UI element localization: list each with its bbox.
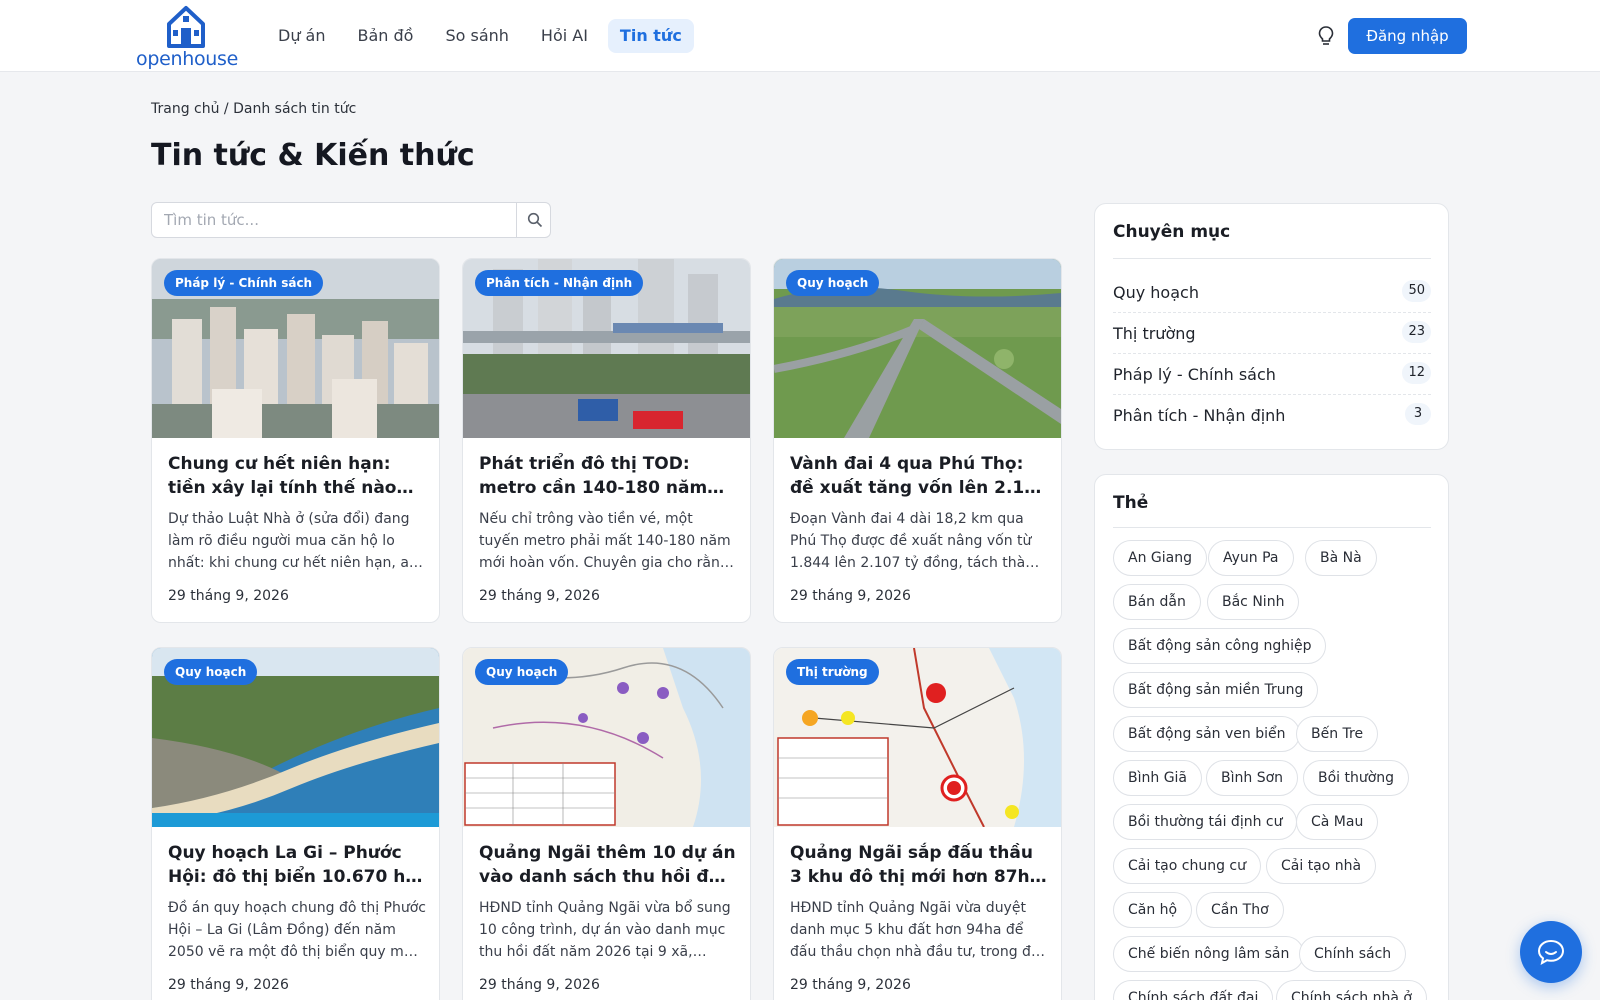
tag-chip[interactable]: Chính sách — [1299, 936, 1407, 972]
article-date: 29 tháng 9, 2026 — [479, 588, 600, 604]
category-badge[interactable]: Quy hoạch — [475, 659, 569, 685]
category-count: 12 — [1402, 362, 1431, 384]
category-badge[interactable]: Thị trường — [786, 659, 879, 685]
category-item-quy-hoach[interactable]: Quy hoạch 50 — [1113, 272, 1431, 313]
nav-compare[interactable]: So sánh — [433, 19, 520, 53]
category-label: Pháp lý - Chính sách — [1113, 365, 1276, 384]
news-search — [151, 202, 551, 238]
tag-chip[interactable]: Bất động sản ven biển — [1113, 716, 1301, 752]
nav-projects[interactable]: Dự án — [266, 19, 338, 53]
tag-chip[interactable]: Bán dẫn — [1113, 584, 1201, 620]
article-card[interactable]: Quy hoạch Quảng Ngãi thêm 10 dự án vào d… — [462, 647, 751, 1000]
nav-news[interactable]: Tin tức — [607, 19, 694, 53]
category-badge[interactable]: Pháp lý - Chính sách — [164, 270, 324, 296]
tag-chip[interactable]: Chính sách nhà ở — [1276, 980, 1427, 1000]
article-excerpt: HĐND tỉnh Quảng Ngãi vừa bổ sung 10 công… — [479, 900, 731, 960]
article-title[interactable]: Vành đai 4 qua Phú Thọ: đề xuất tăng vốn… — [790, 452, 1048, 500]
article-card[interactable]: Phân tích - Nhận định Phát triển đô thị … — [462, 258, 751, 623]
tag-chip[interactable]: Ayun Pa — [1208, 540, 1294, 576]
article-title[interactable]: Quảng Ngãi thêm 10 dự án vào danh sách t… — [479, 841, 737, 889]
categories-panel: Chuyên mục Quy hoạch 50 Thị trường 23 Ph… — [1094, 203, 1449, 450]
breadcrumb[interactable]: Trang chủ / Danh sách tin tức — [151, 101, 356, 117]
tag-chip[interactable]: Bồi thường tái định cư — [1113, 804, 1298, 840]
article-excerpt: Dự thảo Luật Nhà ở (sửa đổi) đang làm rõ… — [168, 511, 413, 571]
article-title[interactable]: Phát triển đô thị TOD: metro cần 140-180… — [479, 452, 737, 500]
tag-chip[interactable]: Cải tạo chung cư — [1113, 848, 1262, 884]
search-icon — [527, 212, 543, 228]
article-excerpt: HĐND tỉnh Quảng Ngãi vừa duyệt danh mục … — [790, 900, 1040, 960]
search-button[interactable] — [516, 203, 551, 237]
chat-bubble-icon — [1537, 939, 1565, 965]
category-badge[interactable]: Quy hoạch — [786, 270, 880, 296]
article-date: 29 tháng 9, 2026 — [168, 588, 289, 604]
divider — [1113, 258, 1431, 259]
category-label: Phân tích - Nhận định — [1113, 406, 1286, 425]
tag-chip[interactable]: Bất động sản miền Trung — [1113, 672, 1319, 708]
login-button[interactable]: Đăng nhập — [1348, 18, 1467, 54]
article-date: 29 tháng 9, 2026 — [479, 977, 600, 993]
category-count: 3 — [1405, 403, 1431, 425]
article-title[interactable]: Quy hoạch La Gi – Phước Hội: đô thị biển… — [168, 841, 426, 889]
article-excerpt: Đoạn Vành đai 4 dài 18,2 km qua Phú Thọ … — [790, 511, 1043, 571]
chat-button[interactable] — [1520, 921, 1582, 983]
article-title[interactable]: Chung cư hết niên hạn: tiền xây lại tính… — [168, 452, 426, 500]
house-logo-icon — [167, 6, 205, 48]
logo-wordmark: openhouse — [136, 48, 239, 70]
main-nav: Dự án Bản đồ So sánh Hỏi AI Tin tức — [266, 19, 694, 53]
category-count: 23 — [1402, 321, 1431, 343]
search-input[interactable] — [152, 203, 516, 237]
nav-map[interactable]: Bản đồ — [346, 19, 426, 53]
tag-chip[interactable]: An Giang — [1113, 540, 1207, 576]
page-title: Tin tức & Kiến thức — [151, 138, 475, 173]
tag-chip[interactable]: Bình Giã — [1113, 760, 1203, 796]
article-date: 29 tháng 9, 2026 — [168, 977, 289, 993]
tags-title: Thẻ — [1113, 493, 1149, 513]
article-excerpt: Đồ án quy hoạch chung đô thị Phước Hội –… — [168, 900, 426, 960]
tag-chip[interactable]: Bà Nà — [1305, 540, 1377, 576]
top-header: openhouse Dự án Bản đồ So sánh Hỏi AI Ti… — [0, 0, 1600, 72]
categories-title: Chuyên mục — [1113, 222, 1231, 242]
tag-chip[interactable]: Cải tạo nhà — [1266, 848, 1377, 884]
article-card[interactable]: Thị trường Quảng Ngãi sắp đấu thầu 3 khu… — [773, 647, 1062, 1000]
tag-chip[interactable]: Cần Thơ — [1196, 892, 1284, 928]
tag-chip[interactable]: Bình Sơn — [1206, 760, 1299, 796]
article-title[interactable]: Quảng Ngãi sắp đấu thầu 3 khu đô thị mới… — [790, 841, 1048, 889]
tag-chip[interactable]: Cà Mau — [1296, 804, 1379, 840]
article-card[interactable]: Pháp lý - Chính sách Chung cư hết niên h… — [151, 258, 440, 623]
tag-chip[interactable]: Bất động sản công nghiệp — [1113, 628, 1327, 664]
tag-chip[interactable]: Bắc Ninh — [1207, 584, 1300, 620]
article-date: 29 tháng 9, 2026 — [790, 977, 911, 993]
tag-chip[interactable]: Căn hộ — [1113, 892, 1193, 928]
category-count: 50 — [1402, 280, 1431, 302]
category-item-phan-tich[interactable]: Phân tích - Nhận định 3 — [1113, 395, 1431, 436]
article-card[interactable]: Quy hoạch Quy hoạch La Gi – Phước Hội: đ… — [151, 647, 440, 1000]
category-label: Quy hoạch — [1113, 283, 1199, 302]
article-card[interactable]: Quy hoạch Vành đai 4 qua Phú Thọ: đề xuấ… — [773, 258, 1062, 623]
tags-panel: Thẻ An Giang Ayun Pa Bà Nà Bán dẫn Bắc N… — [1094, 474, 1449, 1000]
category-item-phap-ly[interactable]: Pháp lý - Chính sách 12 — [1113, 354, 1431, 395]
category-badge[interactable]: Quy hoạch — [164, 659, 258, 685]
article-date: 29 tháng 9, 2026 — [790, 588, 911, 604]
category-badge[interactable]: Phân tích - Nhận định — [475, 270, 644, 296]
article-excerpt: Nếu chỉ trông vào tiền vé, một tuyến met… — [479, 511, 731, 571]
tag-chip[interactable]: Bến Tre — [1296, 716, 1379, 752]
openhouse-logo[interactable]: openhouse — [136, 4, 239, 70]
tag-chip[interactable]: Chính sách đất đai — [1113, 980, 1274, 1000]
category-label: Thị trường — [1113, 324, 1196, 343]
tag-chip[interactable]: Chế biến nông lâm sản — [1113, 936, 1305, 972]
tag-chip[interactable]: Bồi thường — [1303, 760, 1410, 796]
category-item-thi-truong[interactable]: Thị trường 23 — [1113, 313, 1431, 354]
lightbulb-icon[interactable] — [1316, 25, 1336, 47]
divider — [1113, 527, 1431, 528]
nav-ask-ai[interactable]: Hỏi AI — [529, 19, 600, 53]
